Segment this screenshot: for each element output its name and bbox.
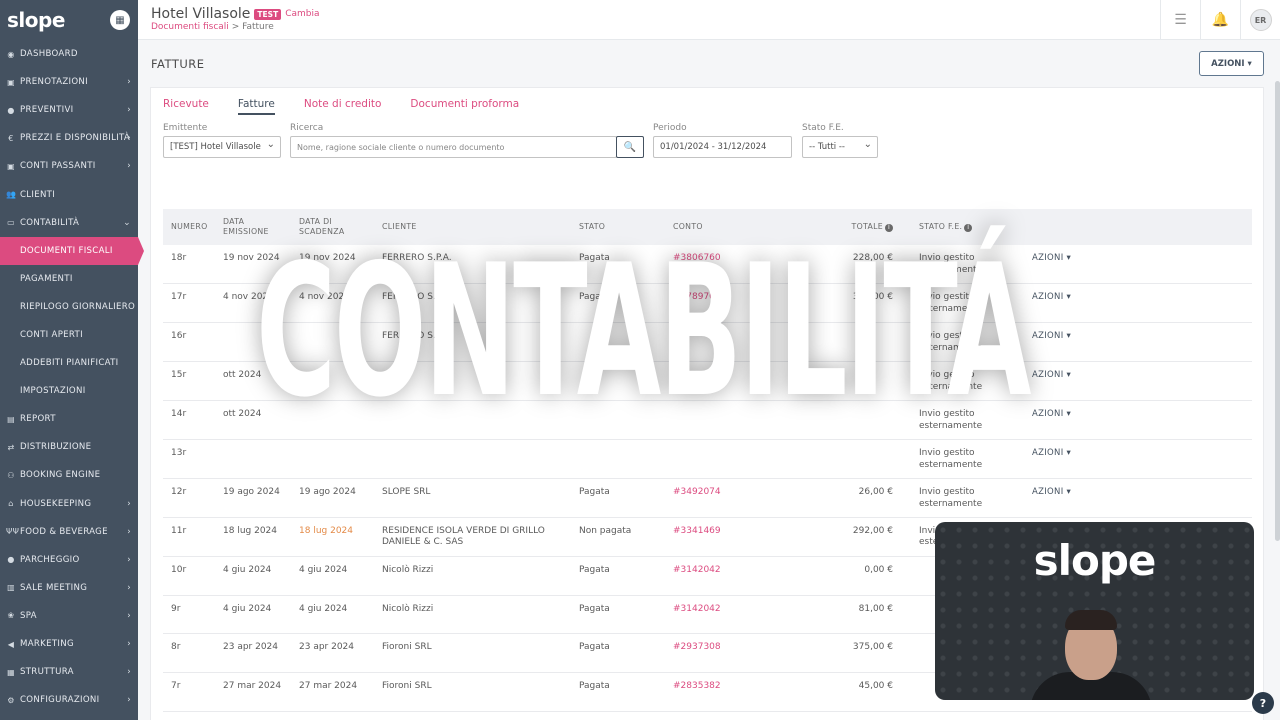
overlay-title: CONTABILITÁ: [256, 225, 1031, 437]
webcam-video: slope: [935, 522, 1254, 700]
help-icon[interactable]: ?: [1252, 692, 1274, 714]
presenter-hair: [1065, 610, 1117, 630]
webcam-logo: slope: [1033, 536, 1157, 585]
